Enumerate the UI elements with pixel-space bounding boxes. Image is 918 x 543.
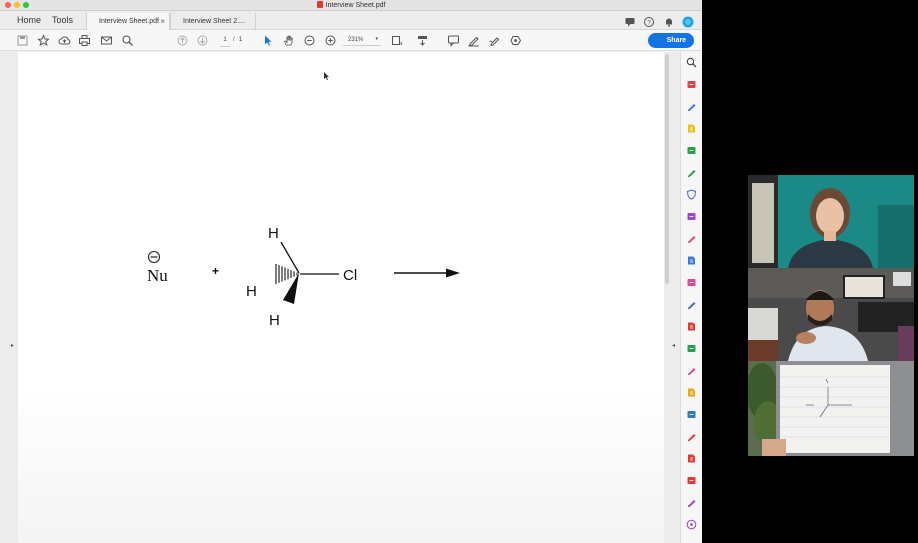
comment-tool-icon[interactable] bbox=[686, 123, 697, 134]
tools-sidebar bbox=[680, 52, 702, 543]
video-tile-participant-3 bbox=[748, 361, 914, 456]
bookmark-star-icon[interactable] bbox=[37, 34, 50, 47]
redact-icon[interactable] bbox=[686, 277, 697, 288]
next-page-icon[interactable] bbox=[196, 34, 209, 47]
organize-pages-icon[interactable] bbox=[686, 79, 697, 90]
pdf-page: Nu + H H H Cl bbox=[18, 52, 664, 543]
mouse-cursor-icon bbox=[324, 72, 329, 80]
cloud-upload-icon[interactable] bbox=[58, 34, 71, 47]
zoom-in-icon[interactable] bbox=[324, 34, 337, 47]
tab-bar: Home Tools Interview Sheet.pdf × Intervi… bbox=[0, 11, 702, 30]
previous-page-icon[interactable] bbox=[176, 34, 189, 47]
comment-icon[interactable] bbox=[447, 34, 460, 47]
fill-sign-icon[interactable] bbox=[488, 34, 501, 47]
collapse-right-panel-icon[interactable]: ◂ bbox=[672, 342, 675, 349]
search-icon[interactable] bbox=[121, 34, 134, 47]
help-icon[interactable]: ? bbox=[643, 15, 655, 27]
video-tile-participant-1 bbox=[748, 175, 914, 268]
edit-pdf-icon[interactable] bbox=[686, 101, 697, 112]
atom-h-bottom: H bbox=[269, 312, 280, 329]
tab-interview-sheet-2[interactable]: Interview Sheet 2.... bbox=[170, 13, 256, 30]
page-total: 1 bbox=[239, 37, 243, 43]
plus-sign: + bbox=[212, 264, 219, 278]
toolbar: 1 / 1 231% ▾ 👤 Share bbox=[0, 30, 702, 51]
compare-files-icon[interactable] bbox=[686, 365, 697, 376]
share-button-label: Share bbox=[666, 37, 687, 44]
tab-interview-sheet[interactable]: Interview Sheet.pdf × bbox=[86, 13, 170, 30]
participant-1-video bbox=[748, 175, 914, 268]
bell-icon[interactable] bbox=[663, 15, 675, 27]
save-icon[interactable] bbox=[16, 34, 29, 47]
nucleophile-label: Nu bbox=[147, 266, 168, 285]
tab-label: Interview Sheet 2.... bbox=[183, 18, 245, 25]
svg-text:?: ? bbox=[647, 19, 651, 26]
zoom-level-value: 231% bbox=[348, 37, 364, 43]
participant-2-video bbox=[748, 268, 914, 361]
share-upload-icon[interactable] bbox=[686, 255, 697, 266]
menu-tools[interactable]: Tools bbox=[52, 11, 73, 30]
reaction-drawing: Nu + H H H Cl bbox=[147, 72, 460, 329]
share-button[interactable]: 👤 Share bbox=[648, 33, 694, 48]
combine-files-icon[interactable] bbox=[686, 321, 697, 332]
collapse-left-panel-icon[interactable]: ▸ bbox=[11, 342, 14, 349]
email-icon[interactable] bbox=[100, 34, 113, 47]
print-icon[interactable] bbox=[78, 34, 91, 47]
search-tool-icon[interactable] bbox=[686, 57, 697, 68]
fill-sign-tool-icon[interactable] bbox=[686, 211, 697, 222]
reaction-arrow-icon bbox=[394, 268, 460, 278]
menu-home[interactable]: Home bbox=[17, 11, 41, 30]
scan-ocr-icon[interactable] bbox=[686, 343, 697, 354]
request-signature-icon[interactable] bbox=[686, 431, 697, 442]
document-viewer[interactable]: Nu + H H H Cl ▸ ◂ bbox=[0, 52, 680, 543]
stamp-icon[interactable] bbox=[509, 34, 522, 47]
chat-icon[interactable] bbox=[624, 15, 636, 27]
certificate-icon[interactable] bbox=[686, 453, 697, 464]
nucleophile-charge-icon bbox=[147, 250, 161, 264]
atom-h-left: H bbox=[246, 283, 257, 300]
share-person-icon: 👤 bbox=[655, 37, 665, 44]
participant-3-video bbox=[748, 361, 914, 456]
pdf-file-icon bbox=[316, 1, 323, 8]
title-bar: Interview Sheet.pdf bbox=[0, 0, 702, 11]
select-arrow-icon[interactable] bbox=[261, 34, 274, 47]
window-title: Interview Sheet.pdf bbox=[0, 0, 702, 11]
more-tools-icon[interactable] bbox=[686, 519, 697, 530]
create-pdf-icon[interactable] bbox=[686, 167, 697, 178]
page-number-input[interactable]: 1 bbox=[220, 35, 230, 47]
accessibility-icon[interactable] bbox=[686, 475, 697, 486]
hand-tool-icon[interactable] bbox=[282, 34, 295, 47]
send-review-icon[interactable] bbox=[686, 299, 697, 310]
page-fit-icon[interactable] bbox=[390, 34, 403, 47]
acrobat-window: Interview Sheet.pdf Home Tools Interview… bbox=[0, 0, 702, 543]
highlight-pen-icon[interactable] bbox=[467, 34, 480, 47]
prepare-form-icon[interactable] bbox=[686, 409, 697, 420]
avatar[interactable] bbox=[682, 15, 694, 28]
window-title-text: Interview Sheet.pdf bbox=[325, 2, 386, 9]
export-pdf-icon[interactable] bbox=[686, 145, 697, 156]
page-separator: / bbox=[233, 37, 235, 43]
vertical-scrollbar[interactable] bbox=[665, 54, 669, 284]
chevron-down-icon: ▾ bbox=[375, 36, 378, 42]
atom-h-top: H bbox=[268, 225, 279, 242]
rich-media-icon[interactable] bbox=[686, 387, 697, 398]
atom-cl: Cl bbox=[343, 267, 357, 284]
chloromethane-structure bbox=[275, 241, 339, 304]
tab-label: Interview Sheet.pdf bbox=[99, 18, 159, 25]
close-tab-icon[interactable]: × bbox=[160, 13, 165, 30]
zoom-level-select[interactable]: 231% ▾ bbox=[343, 35, 381, 46]
scroll-mode-icon[interactable] bbox=[416, 34, 429, 47]
zoom-out-icon[interactable] bbox=[303, 34, 316, 47]
protect-shield-icon[interactable] bbox=[686, 189, 697, 200]
pdf-file-icon[interactable] bbox=[686, 233, 697, 244]
action-wizard-icon[interactable] bbox=[686, 497, 697, 508]
video-tile-participant-2 bbox=[748, 268, 914, 361]
